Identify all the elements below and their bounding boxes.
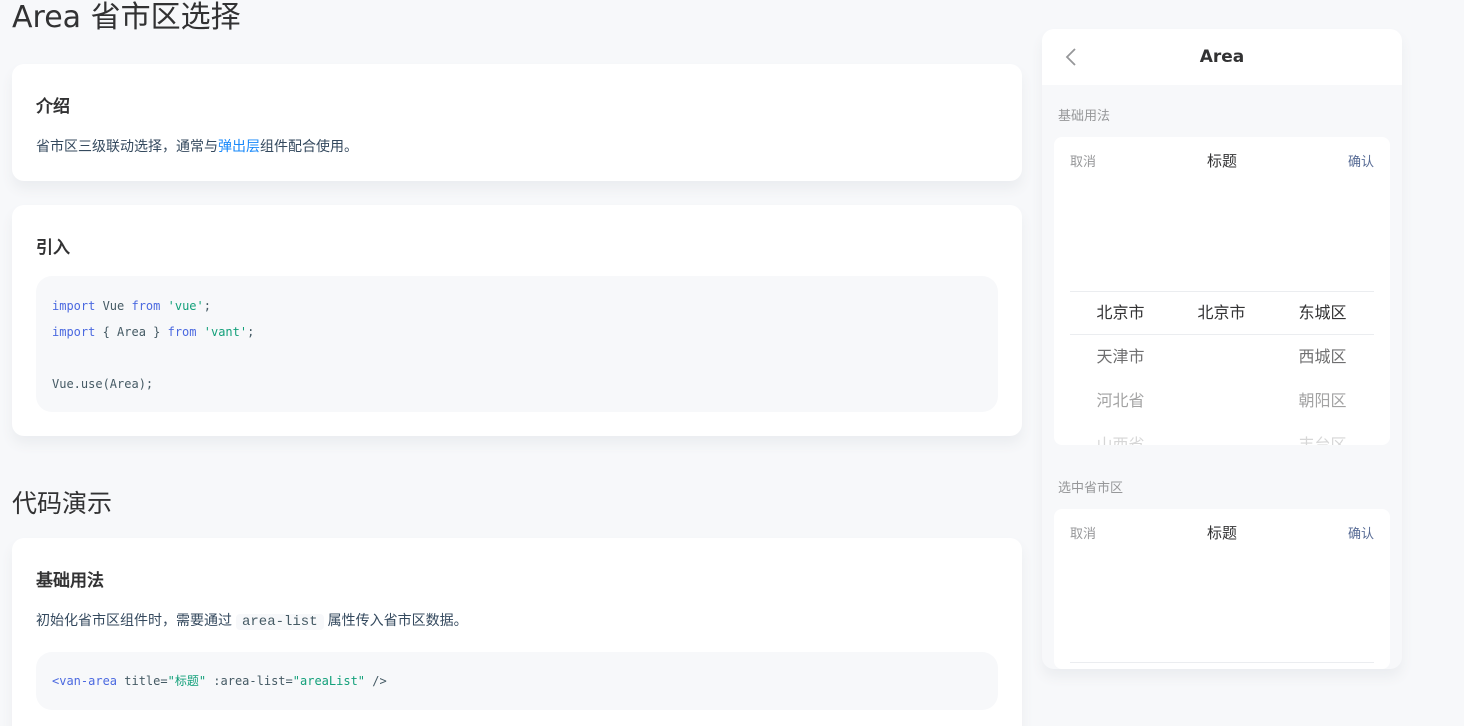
district-option[interactable]: 朝阳区 bbox=[1272, 379, 1373, 423]
code-token: Vue.use(Area); bbox=[52, 377, 154, 391]
code-line: import Vue from 'vue'; bbox=[52, 296, 982, 322]
code-token: "标题" bbox=[167, 674, 207, 688]
code-token: from bbox=[131, 299, 161, 313]
area-list-inline-code: area-list bbox=[236, 614, 324, 630]
province-option[interactable]: 河北省 bbox=[1070, 379, 1171, 423]
import-heading: 引入 bbox=[36, 238, 70, 258]
page-title: Area 省市区选择 bbox=[12, 0, 241, 35]
code-token: ; bbox=[247, 325, 255, 339]
code-token: ; bbox=[203, 299, 211, 313]
code-line: Vue.use(Area); bbox=[52, 374, 982, 400]
code-token: 'vant' bbox=[203, 325, 248, 339]
province-option[interactable]: 天津市 bbox=[1070, 335, 1171, 379]
section-title: 代码演示 bbox=[12, 489, 113, 518]
code-token: /> bbox=[365, 674, 387, 688]
area-picker-basic: 取消 标题 确认 北京市 北京市 东城区 天津市 西城区 河北省 朝阳区 山西省 丰台区 bbox=[1054, 137, 1390, 445]
city-option[interactable]: 北京市 bbox=[1171, 291, 1272, 335]
import-card: 引入 import Vue from 'vue'; import { Area }… bbox=[12, 205, 1022, 436]
code-token: 'vue' bbox=[167, 299, 204, 313]
code-token: :area-list= bbox=[206, 674, 293, 688]
intro-heading: 介绍 bbox=[36, 97, 70, 117]
nav-bar: Area bbox=[1042, 29, 1402, 85]
code-token: import bbox=[52, 299, 96, 313]
intro-text-before: 省市区三级联动选择，通常与 bbox=[36, 139, 218, 155]
code-token: import bbox=[52, 325, 96, 339]
code-token: title= bbox=[117, 674, 168, 688]
picker-columns[interactable]: 北京市 北京市 东城区 天津市 西城区 河北省 朝阳区 山西省 丰台区 bbox=[1070, 137, 1374, 445]
picker-row: 河北省 朝阳区 bbox=[1070, 379, 1374, 423]
import-code-block: import Vue from 'vue'; import { Area } fr… bbox=[36, 276, 998, 412]
nav-title: Area bbox=[1199, 47, 1245, 67]
code-line: import { Area } from 'vant'; bbox=[52, 322, 982, 348]
intro-text: 省市区三级联动选择，通常与弹出层组件配合使用。 bbox=[36, 136, 358, 156]
basic-text-before: 初始化省市区组件时，需要通过 bbox=[36, 613, 232, 629]
picker-row: 北京市 北京市 东城区 bbox=[1070, 291, 1374, 335]
picker-columns[interactable] bbox=[1070, 509, 1374, 669]
province-option[interactable]: 北京市 bbox=[1070, 291, 1171, 335]
code-token: "areaList" bbox=[292, 674, 366, 688]
code-token: from bbox=[167, 325, 197, 339]
area-picker-selected: 取消 标题 确认 bbox=[1054, 509, 1390, 669]
basic-usage-text: 初始化省市区组件时，需要通过 area-list 属性传入省市区数据。 bbox=[36, 610, 468, 630]
district-option[interactable]: 西城区 bbox=[1272, 335, 1373, 379]
basic-code-block: <van-area title="标题" :area-list="areaLis… bbox=[36, 652, 998, 710]
basic-text-after: 属性传入省市区数据。 bbox=[327, 613, 468, 629]
picker-row: 山西省 丰台区 bbox=[1070, 423, 1374, 445]
basic-usage-card: 基础用法 初始化省市区组件时，需要通过 area-list 属性传入省市区数据。 <… bbox=[12, 538, 1022, 726]
province-option[interactable]: 山西省 bbox=[1070, 423, 1171, 445]
mobile-preview: Area 基础用法 取消 标题 确认 北京市 北京市 东城区 天津市 西城区 河北省 朝阳区… bbox=[1042, 29, 1402, 669]
demo-title-selected: 选中省市区 bbox=[1058, 481, 1124, 496]
demo-title-basic: 基础用法 bbox=[1058, 109, 1111, 124]
code-token: { Area } bbox=[95, 325, 168, 339]
popup-link[interactable]: 弹出层 bbox=[218, 139, 260, 155]
intro-text-after: 组件配合使用。 bbox=[260, 139, 358, 155]
district-option[interactable]: 东城区 bbox=[1272, 291, 1373, 335]
selection-top-line bbox=[1070, 662, 1374, 663]
picker-row: 天津市 西城区 bbox=[1070, 335, 1374, 379]
basic-usage-heading: 基础用法 bbox=[36, 571, 104, 591]
district-option[interactable]: 丰台区 bbox=[1272, 423, 1373, 445]
code-token: <van-area bbox=[52, 674, 118, 688]
code-token: Vue bbox=[95, 299, 132, 313]
intro-card: 介绍 省市区三级联动选择，通常与弹出层组件配合使用。 bbox=[12, 64, 1022, 181]
